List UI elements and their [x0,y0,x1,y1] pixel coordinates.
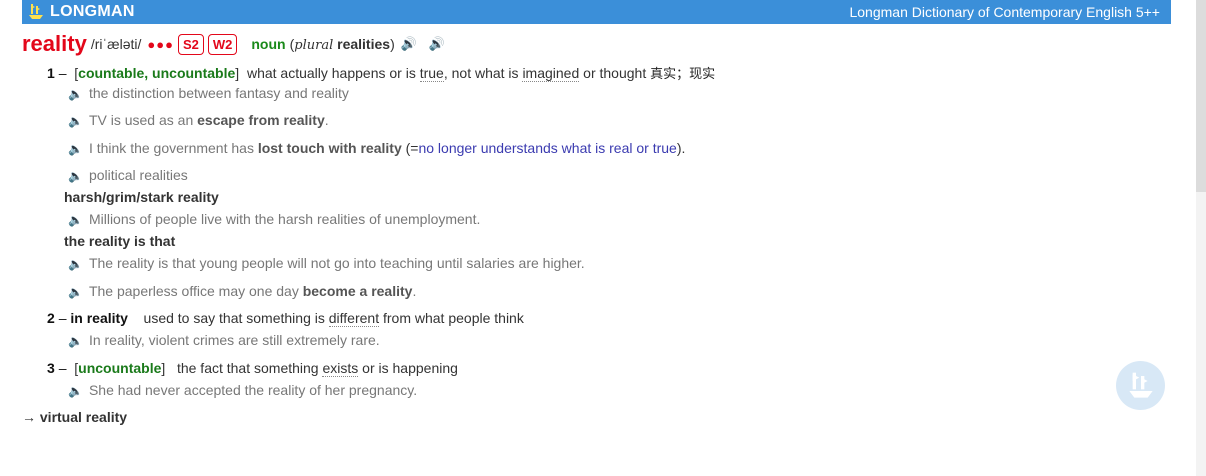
example-sentence: 🔈 I think the government has lost touch w… [68,140,686,156]
grammar-code: countable, uncountable [78,65,236,81]
example-sentence: 🔈 TV is used as an escape from reality. [68,112,329,128]
app-header: LONGMAN Longman Dictionary of Contempora… [22,0,1171,24]
speaker-icon[interactable]: 🔈 [68,142,83,156]
example-sentence: 🔈 The reality is that young people will n… [68,255,585,271]
cross-reference-link[interactable]: → virtual reality [22,409,127,425]
headword: reality [22,31,87,56]
plural-form: realities [337,35,391,52]
ship-logo-icon [29,4,43,19]
chinese-translation: 真实；现实 [650,67,716,82]
phrase: in reality [70,310,128,326]
sense-1-definition: 1 – [countable, uncountable] what actual… [47,65,716,82]
plural-label: plural [294,37,334,53]
collocation-heading: harsh/grim/stark reality [64,189,219,205]
speaker-icon[interactable]: 🔈 [68,257,83,271]
speaker-icon[interactable]: 🔈 [68,213,83,227]
example-sentence: 🔈 Millions of people live with the harsh … [68,211,481,227]
speaker-icon[interactable]: 🔈 [68,384,83,398]
definition: used to say that something is different … [143,310,524,327]
sense-2-definition: 2 – in reality used to say that somethin… [47,310,524,327]
floating-logo-button[interactable] [1116,361,1165,410]
example-sentence: 🔈 political realities [68,167,188,183]
part-of-speech: noun [251,36,286,52]
word-link[interactable]: exists [322,360,359,377]
brand-name: LONGMAN [50,3,135,20]
speaker-icon[interactable]: 🔊 [401,36,417,52]
speaker-icon[interactable]: 🔈 [68,114,83,128]
longman-logo: LONGMAN [28,3,135,21]
example-sentence: 🔈 The paperless office may one day become… [68,283,417,299]
definition: the fact that something exists or is hap… [176,360,458,377]
sense-number: 3 [47,360,55,376]
plural-info: (plural realities) [289,35,395,53]
example-sentence: 🔈 In reality, violent crimes are still ex… [68,332,380,348]
example-sentence: 🔈 She had never accepted the reality of h… [68,382,418,398]
word-link[interactable]: true [419,65,444,82]
speaker-icon[interactable]: 🔈 [68,87,83,101]
speaker-icon[interactable]: 🔈 [68,169,83,183]
pronunciation: /riˈæləti/ [90,36,142,52]
entry-headline: reality /riˈæləti/ ●●● S2 W2 noun (plura… [22,31,445,57]
ship-logo-icon [1128,372,1153,398]
spoken-frequency-badge: S2 [177,33,204,55]
definition: what actually happens or is true, not wh… [246,65,651,82]
gloss: no longer understands what is real or tr… [418,140,677,156]
speaker-icon[interactable]: 🔈 [68,285,83,299]
scrollbar-thumb[interactable] [1196,0,1206,192]
word-link[interactable]: different [328,310,380,327]
word-link[interactable]: imagined [522,65,580,82]
written-frequency-badge: W2 [207,33,238,55]
sense-number: 1 [47,65,55,81]
collocation-heading: the reality is that [64,233,176,249]
speaker-icon[interactable]: 🔈 [68,334,83,348]
frequency-dots: ●●● [147,36,174,52]
sense-number: 2 [47,310,55,326]
scrollbar[interactable] [1196,0,1206,476]
dictionary-title: Longman Dictionary of Contemporary Engli… [849,4,1160,20]
example-sentence: 🔈 the distinction between fantasy and rea… [68,85,349,101]
sense-3-definition: 3 – [uncountable] the fact that somethin… [47,360,458,377]
grammar-code: uncountable [78,360,162,376]
speaker-icon[interactable]: 🔊 [429,36,445,52]
